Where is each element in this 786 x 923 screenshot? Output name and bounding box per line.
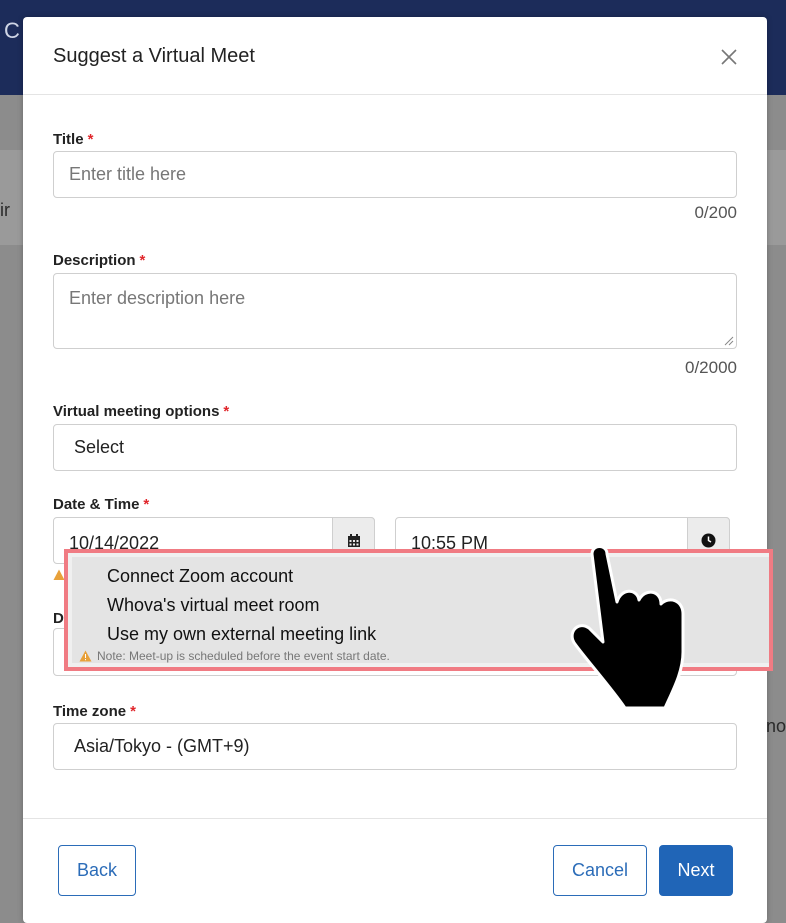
warning-icon (79, 650, 92, 662)
required-marker: * (143, 496, 150, 513)
close-icon[interactable] (717, 45, 741, 69)
timezone-select[interactable]: Asia/Tokyo - (GMT+9) (53, 723, 737, 770)
back-button[interactable]: Back (58, 845, 136, 896)
option-external-link[interactable]: Use my own external meeting link (107, 624, 376, 645)
resize-handle-icon[interactable] (722, 334, 734, 346)
meeting-options-label: Virtual meeting options * (53, 403, 230, 420)
calendar-icon (347, 533, 360, 547)
background-text-fragment: ir (0, 200, 10, 220)
duration-label: D (53, 610, 64, 627)
modal-header: Suggest a Virtual Meet (23, 17, 767, 95)
option-whova-room[interactable]: Whova's virtual meet room (107, 595, 320, 616)
schedule-warning-text: Note: Meet-up is scheduled before the ev… (97, 649, 390, 663)
suggest-meet-modal: Suggest a Virtual Meet Title * Enter titl… (23, 17, 767, 923)
timezone-label: Time zone * (53, 703, 136, 720)
meeting-options-select[interactable]: Select (53, 424, 737, 471)
description-counter: 0/2000 (685, 358, 737, 377)
title-label: Title * (53, 131, 94, 148)
required-marker: * (139, 252, 146, 269)
option-connect-zoom[interactable]: Connect Zoom account (107, 566, 293, 587)
description-placeholder: Enter description here (69, 288, 246, 308)
required-marker: * (130, 703, 136, 720)
description-label: Description * (53, 252, 146, 269)
required-marker: * (87, 131, 94, 148)
timezone-value: Asia/Tokyo - (GMT+9) (74, 736, 250, 756)
pointing-hand-icon (570, 545, 685, 708)
background-text-fragment: no (765, 716, 786, 736)
title-placeholder: Enter title here (69, 164, 187, 184)
clock-icon (701, 533, 716, 548)
background-header-text: C (4, 18, 20, 43)
cancel-button[interactable]: Cancel (553, 845, 647, 896)
datetime-label: Date & Time * (53, 496, 150, 513)
footer-divider (23, 818, 767, 819)
schedule-warning-note: Note: Meet-up is scheduled before the ev… (79, 649, 390, 663)
next-button[interactable]: Next (659, 845, 733, 896)
meeting-options-value: Select (74, 437, 125, 457)
title-counter: 0/200 (694, 203, 737, 222)
description-textarea[interactable]: Enter description here (53, 273, 737, 349)
title-input[interactable]: Enter title here (53, 151, 737, 198)
required-marker: * (223, 403, 230, 420)
modal-title: Suggest a Virtual Meet (53, 45, 255, 67)
